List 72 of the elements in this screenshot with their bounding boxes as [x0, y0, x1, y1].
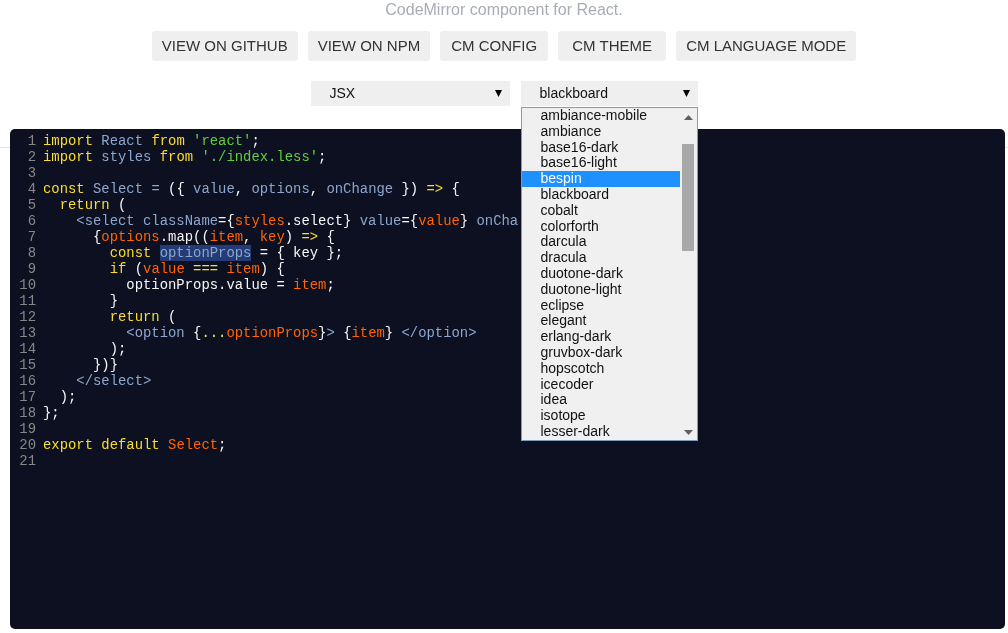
- code-line: return (: [109, 309, 177, 325]
- nav-button[interactable]: VIEW ON GITHUB: [151, 31, 298, 61]
- line-number: 2: [27, 149, 36, 165]
- subtitle: CodeMirror component for React.: [384, 0, 624, 20]
- nav-button[interactable]: CM LANGUAGE MODE: [676, 31, 857, 61]
- dropdown-option[interactable]: lesser-dark: [521, 423, 680, 440]
- line-number: 12: [19, 309, 36, 325]
- line-number: 13: [19, 325, 36, 341]
- dropdown-option[interactable]: cobalt: [521, 202, 680, 219]
- code-line: const optionProps = { key };: [109, 245, 344, 261]
- dropdown-option[interactable]: icecoder: [521, 376, 680, 393]
- dropdown-option[interactable]: darcula: [521, 234, 680, 251]
- line-number: 6: [27, 213, 36, 229]
- dropdown-option[interactable]: colorforth: [521, 218, 680, 235]
- line-number: 7: [27, 229, 36, 245]
- line-number: 17: [19, 389, 36, 405]
- dropdown-option[interactable]: isotope: [521, 408, 680, 424]
- dropdown[interactable]: JSX: [310, 81, 510, 106]
- code-line: <select className={styles.select} value={value} onCha: [76, 213, 519, 229]
- line-number: 8: [27, 245, 36, 261]
- code-line: );: [109, 341, 127, 357]
- scroll-down-icon[interactable]: [683, 430, 693, 435]
- dropdown-option[interactable]: dracula: [521, 250, 680, 266]
- code-line: const Select = ({ value, options, onChange }) => {: [43, 181, 460, 197]
- code-line: if (value === item) {: [109, 261, 285, 277]
- code-line: <option {...optionProps}> {item} </option>: [126, 325, 477, 341]
- dropdown-option[interactable]: elegant: [521, 313, 680, 330]
- caret-icon: [682, 90, 690, 97]
- caret-icon: [494, 90, 502, 97]
- dropdown-option[interactable]: ambiance: [521, 123, 680, 140]
- scrollbar-thumb[interactable]: [682, 144, 694, 251]
- code-line: import React from 'react';: [43, 133, 260, 149]
- dropdown-option[interactable]: duotone-light: [521, 281, 680, 298]
- line-number: 18: [19, 405, 36, 421]
- line-number: 5: [27, 197, 36, 213]
- code-line: };: [43, 405, 60, 421]
- line-number: 19: [19, 421, 36, 437]
- line-number: 9: [27, 261, 36, 277]
- code-line: export default Select;: [43, 437, 227, 453]
- dropdown-option[interactable]: base16-light: [521, 155, 680, 172]
- code-line: })}: [93, 357, 119, 373]
- dropdown-option[interactable]: erlang-dark: [521, 329, 680, 345]
- code-line: }: [109, 293, 119, 309]
- dropdown-option[interactable]: eclipse: [521, 297, 680, 314]
- line-number: 15: [19, 357, 36, 373]
- dropdown-option[interactable]: blackboard: [521, 187, 680, 203]
- line-number: 3: [27, 165, 36, 181]
- code-line: import styles from './index.less';: [43, 149, 327, 165]
- scroll-up-icon[interactable]: [683, 115, 693, 120]
- dropdown-option[interactable]: hopscotch: [521, 360, 680, 377]
- nav-button[interactable]: VIEW ON NPM: [307, 31, 431, 61]
- line-number: 14: [19, 341, 36, 357]
- code-line: {options.map((item, key) => {: [93, 229, 335, 245]
- line-number: 1: [27, 133, 36, 149]
- line-number: 16: [19, 373, 36, 389]
- dropdown-option[interactable]: ambiance-mobile: [521, 108, 680, 124]
- nav-button[interactable]: CM THEME: [558, 31, 667, 61]
- code-line: </select>: [76, 373, 152, 389]
- line-number: 20: [19, 437, 36, 453]
- dropdown[interactable]: blackboard: [520, 81, 698, 106]
- line-number: 4: [27, 181, 36, 197]
- dropdown-option[interactable]: idea: [521, 392, 680, 409]
- line-number: 10: [19, 277, 36, 293]
- dropdown-option[interactable]: gruvbox-dark: [521, 344, 680, 361]
- line-number: 11: [19, 293, 36, 309]
- line-number: 21: [19, 453, 36, 469]
- code-line: return (: [59, 197, 127, 213]
- dropdown-option[interactable]: duotone-dark: [521, 265, 680, 282]
- dropdown-option[interactable]: base16-dark: [521, 139, 680, 156]
- code-line: );: [59, 389, 77, 405]
- nav-button[interactable]: CM CONFIG: [440, 31, 549, 61]
- code-line: optionProps.value = item;: [126, 277, 335, 293]
